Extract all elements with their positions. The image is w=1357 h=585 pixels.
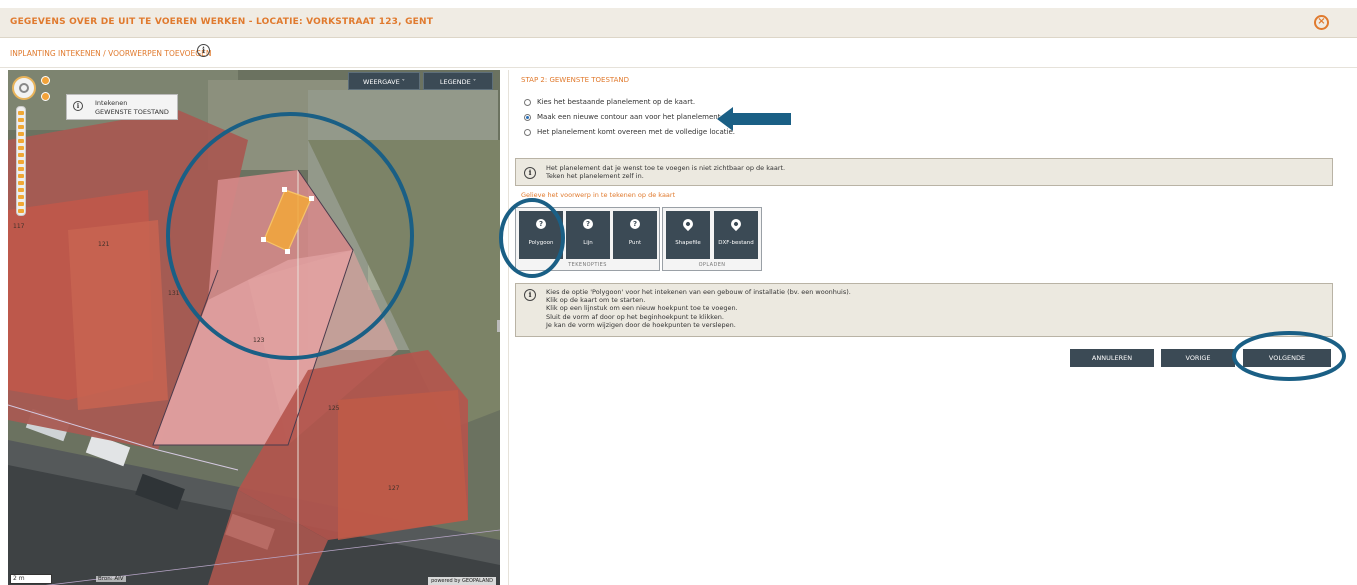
tool-label: Lijn — [583, 240, 593, 246]
radio-button[interactable] — [524, 98, 531, 106]
help-line: Klik op een lijnstuk om een nieuw hoekpu… — [546, 304, 738, 313]
option-label: Kies het bestaande planelement op de kaa… — [537, 98, 696, 106]
polygon-handle[interactable] — [285, 249, 290, 254]
step-title: STAP 2: GEWENSTE TOESTAND — [521, 76, 630, 84]
aerial-map[interactable]: 121 123 125 127 117 131 — [8, 70, 500, 585]
info-icon: i — [524, 167, 536, 179]
radio-button[interactable] — [524, 128, 531, 136]
zoom-tick[interactable] — [18, 160, 24, 164]
map-source: Bron: AIV — [96, 576, 126, 582]
polygon-handle[interactable] — [282, 187, 287, 192]
info-icon: i — [73, 101, 83, 111]
notice-line: Teken het planelement zelf in. — [546, 172, 644, 180]
zoom-tick[interactable] — [18, 153, 24, 157]
zoom-tick[interactable] — [18, 188, 24, 192]
legend-dropdown-button[interactable]: LEGENDE ˅ — [423, 72, 493, 90]
next-button[interactable]: VOLGENDE — [1243, 349, 1331, 367]
zoom-tick[interactable] — [18, 146, 24, 150]
parcel-label: 131 — [168, 290, 180, 297]
zoom-slider[interactable] — [16, 106, 26, 216]
location-icon[interactable] — [41, 76, 50, 85]
question-icon: ? — [630, 219, 640, 229]
question-icon: ? — [536, 219, 546, 229]
upload-options-group: Shapefile DXF-bestand OPLADEN — [662, 207, 762, 271]
option-existing-element[interactable]: Kies het bestaande planelement op de kaa… — [524, 98, 695, 106]
zoom-tick[interactable] — [18, 167, 24, 171]
dialog-header: GEGEVENS OVER DE UIT TE VOEREN WERKEN - … — [0, 8, 1357, 38]
zoom-tick[interactable] — [18, 132, 24, 136]
help-line: Sluit de vorm af door op het beginhoekpu… — [546, 312, 724, 321]
pin-icon — [728, 216, 744, 232]
dxf-button[interactable]: DXF-bestand — [714, 211, 758, 259]
close-icon[interactable]: × — [1314, 15, 1329, 30]
radio-button-selected[interactable] — [524, 113, 531, 121]
zoom-tick[interactable] — [18, 111, 24, 115]
tool-label: DXF-bestand — [718, 240, 754, 246]
parcel-label: 121 — [98, 241, 110, 248]
draw-status-line2: GEWENSTE TOESTAND — [95, 108, 169, 116]
polygon-button[interactable]: ? Polygoon — [519, 211, 563, 259]
pan-control[interactable] — [12, 76, 36, 100]
draw-options-group: ? Polygoon ? Lijn ? Punt TEKENOPTIES — [515, 207, 660, 271]
powered-by[interactable]: powered by GEOPALAND — [428, 577, 496, 585]
dialog-title: GEGEVENS OVER DE UIT TE VOEREN WERKEN - … — [10, 17, 434, 27]
info-icon[interactable]: i — [197, 44, 210, 57]
cancel-button[interactable]: ANNULEREN — [1070, 349, 1154, 367]
previous-button[interactable]: VORIGE — [1161, 349, 1235, 367]
info-icon: i — [524, 289, 536, 301]
zoom-tick[interactable] — [18, 202, 24, 206]
help-box: i Kies de optie 'Polygoon' voor het inte… — [515, 283, 1333, 337]
polygon-handle[interactable] — [261, 237, 266, 242]
pin-icon — [680, 216, 696, 232]
scale-bar: 2 m — [10, 574, 52, 584]
option-label: Maak een nieuwe contour aan voor het pla… — [537, 113, 723, 121]
option-new-contour[interactable]: Maak een nieuwe contour aan voor het pla… — [524, 113, 723, 121]
form-panel: STAP 2: GEWENSTE TOESTAND Kies het besta… — [508, 70, 1344, 585]
option-label: Het planelement komt overeen met de voll… — [537, 128, 735, 136]
map-view[interactable]: 121 123 125 127 117 131 WEERGAVE ˅ LEGEN… — [8, 70, 500, 585]
info-marker-icon[interactable] — [41, 92, 50, 101]
draw-instruction: Gelieve het voorwerp in te tekenen op de… — [521, 191, 676, 199]
tool-label: Polygoon — [528, 240, 554, 246]
option-full-location[interactable]: Het planelement komt overeen met de voll… — [524, 128, 735, 136]
arrow-annotation-icon — [717, 107, 791, 131]
top-strip — [0, 0, 1357, 8]
question-icon: ? — [583, 219, 593, 229]
group-caption: OPLADEN — [698, 262, 726, 268]
help-line: Kies de optie 'Polygoon' voor het inteke… — [546, 288, 851, 296]
zoom-tick[interactable] — [18, 139, 24, 143]
parcel-label: 125 — [328, 405, 340, 412]
sub-header: INPLANTING INTEKENEN / VOORWERPEN TOEVOE… — [0, 38, 1357, 68]
help-line: Je kan de vorm wijzigen door de hoekpunt… — [546, 320, 736, 329]
group-caption: TEKENOPTIES — [568, 262, 607, 268]
zoom-tick[interactable] — [18, 195, 24, 199]
panel-splitter[interactable] — [497, 320, 500, 332]
zoom-tick[interactable] — [18, 125, 24, 129]
draw-status-box: i Intekenen GEWENSTE TOESTAND — [66, 94, 178, 120]
parcel-label: 123 — [253, 337, 265, 344]
parcel-label: 117 — [13, 223, 25, 230]
draw-status-line1: Intekenen — [95, 99, 128, 107]
section-title: INPLANTING INTEKENEN / VOORWERPEN TOEVOE… — [10, 49, 212, 58]
point-button[interactable]: ? Punt — [613, 211, 657, 259]
zoom-tick[interactable] — [18, 174, 24, 178]
pan-icon — [19, 83, 29, 93]
polygon-handle[interactable] — [309, 196, 314, 201]
line-button[interactable]: ? Lijn — [566, 211, 610, 259]
notice-box: i Het planelement dat je wenst toe te vo… — [515, 158, 1333, 186]
tool-label: Punt — [628, 240, 642, 246]
parcel-label: 127 — [388, 485, 400, 492]
help-line: Klik op de kaart om te starten. — [546, 296, 646, 305]
notice-line: Het planelement dat je wenst toe te voeg… — [546, 164, 786, 172]
view-dropdown-button[interactable]: WEERGAVE ˅ — [348, 72, 420, 90]
zoom-tick[interactable] — [18, 209, 24, 213]
shapefile-button[interactable]: Shapefile — [666, 211, 710, 259]
zoom-tick[interactable] — [18, 118, 24, 122]
zoom-tick[interactable] — [18, 181, 24, 185]
tool-label: Shapefile — [675, 240, 701, 246]
